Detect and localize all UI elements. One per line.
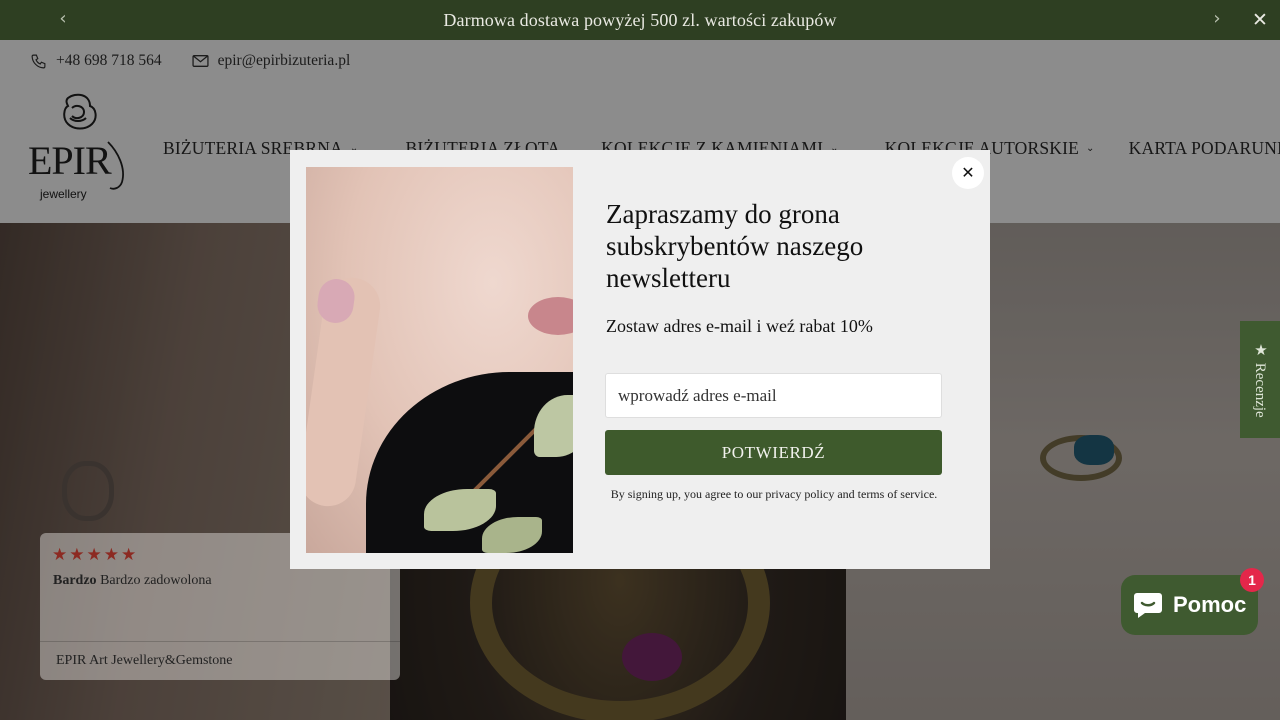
- announcement-text: Darmowa dostawa powyżej 500 zl. wartości…: [443, 9, 837, 30]
- review-text: Bardzo Bardzo zadowolona: [53, 573, 212, 589]
- chat-label: Pomoc: [1173, 592, 1247, 617]
- notification-badge: 1: [1240, 568, 1264, 592]
- star-rating: ★★★★★: [52, 545, 139, 565]
- newsletter-modal: Zapraszamy do grona subskrybentów naszeg…: [290, 150, 990, 569]
- chevron-right-icon[interactable]: ›: [1206, 8, 1228, 30]
- modal-title: Zapraszamy do grona subskrybentów naszeg…: [606, 199, 864, 293]
- review-author: Bardzo: [53, 573, 97, 588]
- chat-button[interactable]: Pomoc 1: [1121, 568, 1264, 635]
- close-icon[interactable]: ✕: [952, 157, 984, 189]
- email-input[interactable]: [605, 373, 942, 418]
- divider: [40, 641, 400, 642]
- reviews-side-tab[interactable]: ★ Recenzje: [1240, 321, 1280, 438]
- modal-subtitle: Zostaw adres e-mail i weź rabat 10%: [606, 316, 873, 336]
- review-store-name: EPIR Art Jewellery&Gemstone: [56, 653, 233, 668]
- chevron-left-icon[interactable]: ‹: [52, 8, 74, 30]
- review-body: Bardzo zadowolona: [100, 573, 212, 588]
- confirm-button[interactable]: POTWIERDŹ: [605, 430, 942, 475]
- reviews-tab-label: ★ Recenzje: [1252, 341, 1268, 418]
- modal-photo: [306, 167, 573, 553]
- announcement-bar: ‹ Darmowa dostawa powyżej 500 zl. wartoś…: [0, 0, 1280, 40]
- legal-text: By signing up, you agree to our privacy …: [610, 487, 938, 501]
- close-icon[interactable]: ✕: [1248, 8, 1272, 32]
- chat-bubble-icon: [1134, 593, 1162, 618]
